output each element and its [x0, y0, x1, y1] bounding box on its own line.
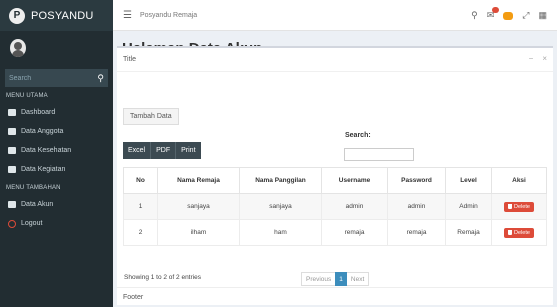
- excel-button[interactable]: Excel: [123, 142, 152, 159]
- close-icon[interactable]: ×: [542, 54, 547, 63]
- sidebar-item-data-anggota[interactable]: Data Anggota: [0, 122, 113, 141]
- cell-aksi: Delete: [491, 219, 547, 246]
- brand-logo-icon: P: [9, 7, 25, 24]
- sidebar-item-dashboard[interactable]: Dashboard: [0, 103, 113, 122]
- delete-button[interactable]: Delete: [504, 227, 534, 238]
- hamburger-icon[interactable]: ☰: [123, 10, 132, 21]
- sidebar-item-label: Logout: [21, 220, 43, 227]
- card-header: Title − ×: [117, 48, 553, 72]
- card-title: Title: [123, 56, 136, 63]
- cell-password: admin: [387, 193, 446, 220]
- add-data-button[interactable]: Tambah Data: [123, 108, 179, 125]
- breadcrumb: Posyandu Remaja: [139, 11, 198, 19]
- sidebar: P POSYANDU ⚲ MENU UTAMA Dashboard Data A…: [0, 0, 113, 307]
- brand[interactable]: P POSYANDU: [0, 0, 113, 31]
- col-aksi[interactable]: Aksi: [491, 167, 547, 194]
- menu-header-extra: MENU TAMBAHAN: [6, 185, 61, 191]
- sidebar-item-label: Data Kegiatan: [21, 166, 66, 173]
- search-icon[interactable]: ⚲: [471, 10, 478, 21]
- sidebar-search: ⚲: [5, 69, 108, 87]
- table-search-input[interactable]: [344, 148, 414, 161]
- user-panel: [0, 31, 113, 65]
- card-footer: Footer: [117, 287, 553, 305]
- topbar: ☰ Posyandu Remaja ⚲ ✉ ⤢ ▦: [113, 0, 557, 31]
- cell-no: 1: [123, 193, 158, 220]
- print-button[interactable]: Print: [176, 142, 201, 159]
- col-nama-panggilan[interactable]: Nama Panggilan: [239, 167, 322, 194]
- sidebar-item-label: Dashboard: [21, 109, 56, 116]
- menu-header-main: MENU UTAMA: [6, 93, 48, 99]
- circle-icon: [8, 219, 16, 228]
- cell-level: Admin: [445, 193, 492, 220]
- table-row: 2 ilham ham remaja remaja Remaja Delete: [123, 219, 547, 246]
- col-level[interactable]: Level: [445, 167, 492, 194]
- export-buttons: Excel PDF Print: [123, 142, 201, 159]
- sidebar-item-data-akun[interactable]: Data Akun: [0, 195, 113, 214]
- sidebar-item-label: Data Anggota: [21, 128, 64, 135]
- fullscreen-icon[interactable]: ⤢: [522, 10, 529, 21]
- table-info: Showing 1 to 2 of 2 entries: [124, 274, 201, 281]
- cell-username: remaja: [321, 219, 388, 246]
- notification-badge: [492, 7, 500, 13]
- cell-aksi: Delete: [491, 193, 547, 220]
- table-icon: [8, 201, 16, 208]
- col-no[interactable]: No: [123, 167, 158, 194]
- sidebar-item-label: Data Akun: [21, 201, 54, 208]
- sidebar-item-data-kegiatan[interactable]: Data Kegiatan: [0, 160, 113, 179]
- delete-button[interactable]: Delete: [504, 201, 534, 212]
- bell-icon[interactable]: ✉: [487, 7, 500, 21]
- dashboard-icon: [8, 109, 16, 116]
- card-tools: − ×: [529, 54, 547, 63]
- cell-nama-panggilan: ham: [239, 219, 322, 246]
- topbar-icons: ⚲ ✉ ⤢ ▦: [471, 0, 547, 31]
- cell-username: admin: [321, 193, 388, 220]
- cell-level: Remaja: [445, 219, 492, 246]
- cell-nama-remaja: ilham: [157, 219, 240, 246]
- col-username[interactable]: Username: [321, 167, 388, 194]
- chat-icon[interactable]: [503, 11, 514, 20]
- sidebar-item-data-kesehatan[interactable]: Data Kesehatan: [0, 141, 113, 160]
- cell-nama-remaja: sanjaya: [157, 193, 240, 220]
- pdf-button[interactable]: PDF: [151, 142, 177, 159]
- previous-page-button[interactable]: Previous: [302, 276, 335, 283]
- table-search-label: Search:: [345, 132, 371, 139]
- avatar[interactable]: [10, 39, 26, 57]
- book-icon: [8, 147, 16, 154]
- collapse-icon[interactable]: −: [529, 54, 534, 63]
- page-button-1[interactable]: 1: [335, 272, 347, 286]
- grid-icon[interactable]: ▦: [538, 10, 547, 21]
- plus-square-icon: [8, 166, 16, 173]
- pagination: Previous 1 Next: [301, 272, 370, 286]
- table-icon: [8, 128, 16, 135]
- delete-label: Delete: [514, 229, 530, 236]
- sidebar-item-label: Data Kesehatan: [21, 147, 72, 154]
- col-nama-remaja[interactable]: Nama Remaja: [157, 167, 240, 194]
- content-card: Title − × Tambah Data Excel PDF Print Se…: [117, 46, 553, 305]
- cell-no: 2: [123, 219, 158, 246]
- table-row: 1 sanjaya sanjaya admin admin Admin Dele…: [123, 193, 547, 220]
- accounts-table: No Nama Remaja Nama Panggilan Username P…: [123, 167, 547, 246]
- trash-icon: [508, 230, 513, 235]
- next-page-button[interactable]: Next: [347, 276, 368, 283]
- table-header-row: No Nama Remaja Nama Panggilan Username P…: [123, 167, 547, 194]
- brand-name: POSYANDU: [31, 9, 94, 22]
- sidebar-search-input[interactable]: [9, 74, 89, 82]
- sidebar-item-logout[interactable]: Logout: [0, 214, 113, 233]
- cell-password: remaja: [387, 219, 446, 246]
- delete-label: Delete: [514, 203, 530, 210]
- main-content: ☰ Posyandu Remaja ⚲ ✉ ⤢ ▦ Halaman Data A…: [113, 0, 557, 307]
- search-icon[interactable]: ⚲: [97, 73, 104, 84]
- cell-nama-panggilan: sanjaya: [239, 193, 322, 220]
- col-password[interactable]: Password: [387, 167, 446, 194]
- trash-icon: [508, 204, 513, 209]
